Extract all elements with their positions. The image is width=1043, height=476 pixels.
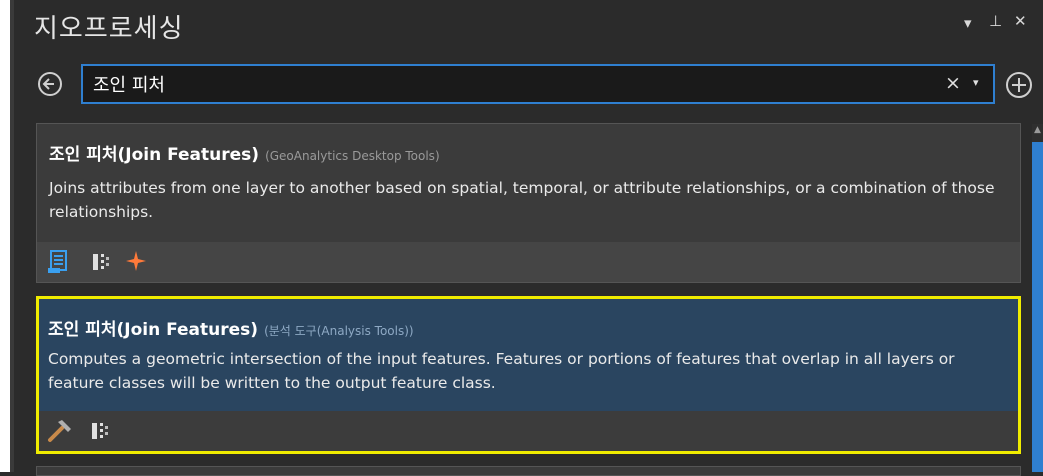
search-field[interactable]: × ▾ [81, 64, 995, 104]
hammer-tool-icon[interactable] [47, 419, 73, 443]
result-item-selected[interactable]: 조인 피처(Join Features) (분석 도구(Analysis Tool… [36, 296, 1021, 454]
toolbox-name: (GeoAnalytics Desktop Tools) [265, 149, 440, 163]
scrollbar-thumb[interactable] [1032, 142, 1043, 472]
search-input[interactable] [93, 72, 923, 96]
result-title: 조인 피처(Join Features) (GeoAnalytics Deskto… [49, 140, 440, 165]
geoprocessing-pane: 지오프로세싱 ▾ ⊥ ✕ × ▾ 조인 피처(Join Features) (Ge… [14, 0, 1043, 476]
tool-name: 조인 피처(Join Features) [48, 320, 259, 340]
back-button[interactable] [38, 72, 62, 96]
result-item-partial[interactable] [36, 466, 1021, 476]
pane-options-dropdown-icon[interactable]: ▾ [964, 14, 972, 32]
add-toolbox-button[interactable] [1006, 72, 1032, 98]
tool-description: Computes a geometric intersection of the… [48, 350, 955, 392]
tool-name: 조인 피처(Join Features) [49, 145, 260, 165]
background-window-strip [0, 0, 10, 472]
tool-description: Joins attributes from one layer to anoth… [49, 179, 995, 221]
parallel-processing-icon[interactable] [92, 422, 112, 440]
result-item[interactable]: 조인 피처(Join Features) (GeoAnalytics Deskto… [36, 123, 1021, 283]
toolbox-name: (분석 도구(Analysis Tools)) [264, 324, 414, 338]
pane-title: 지오프로세싱 [34, 14, 184, 44]
search-history-dropdown-icon[interactable]: ▾ [973, 76, 979, 89]
parallel-processing-icon[interactable] [93, 253, 113, 271]
close-icon[interactable]: ✕ [1014, 12, 1027, 30]
result-icon-bar [37, 242, 1020, 282]
pane-titlebar: 지오프로세싱 ▾ ⊥ ✕ [14, 0, 1043, 50]
arrow-left-icon [42, 78, 54, 90]
result-icon-bar [39, 411, 1018, 451]
pin-icon[interactable]: ⊥ [989, 12, 1002, 30]
plus-icon [1012, 78, 1026, 92]
script-icon[interactable] [47, 250, 69, 274]
clear-search-icon[interactable]: × [945, 72, 961, 94]
geoanalytics-spark-icon[interactable] [125, 250, 147, 272]
scroll-up-arrow-icon[interactable]: ▲ [1032, 124, 1043, 136]
result-title: 조인 피처(Join Features) (분석 도구(Analysis Tool… [48, 315, 414, 340]
